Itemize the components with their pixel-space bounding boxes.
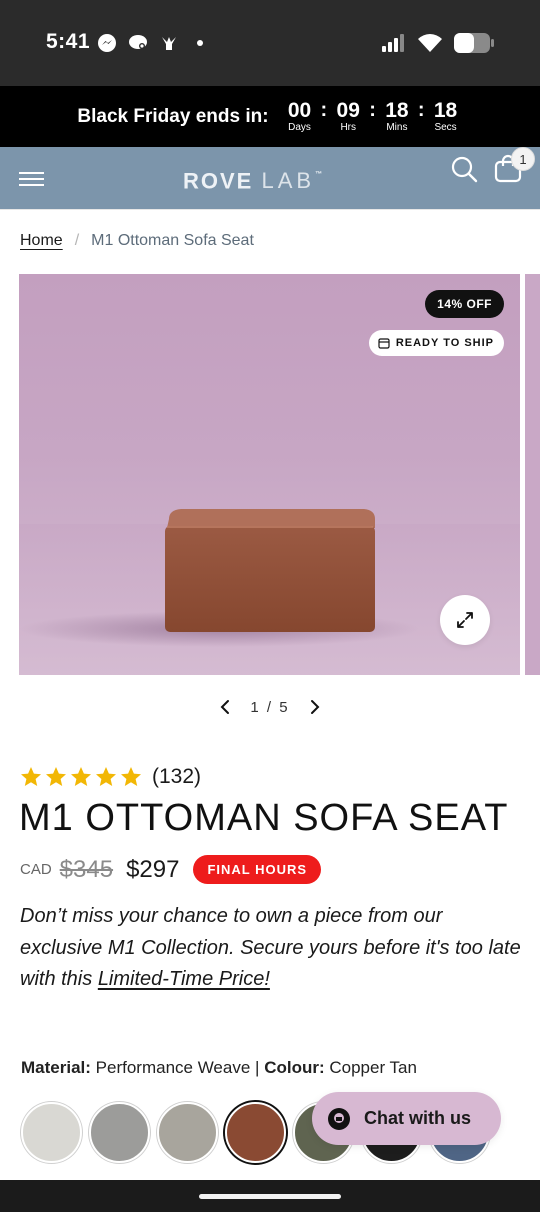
countdown-separator: : [320, 99, 328, 121]
logo-main: ROVE [183, 168, 254, 194]
product-rating[interactable]: (132) [19, 765, 201, 789]
breadcrumb-current: M1 Ottoman Sofa Seat [91, 232, 254, 249]
pager-total: 5 [279, 698, 290, 716]
pager-separator: / [266, 698, 274, 716]
promo-body: Don’t miss your chance to own a piece fr… [20, 905, 521, 990]
logo-light: LAB [261, 168, 316, 194]
review-count: (132) [152, 765, 202, 788]
swatch-grey[interactable] [89, 1102, 150, 1163]
option-divider: | [255, 1058, 260, 1077]
chevron-right-icon [310, 700, 320, 714]
countdown-value: 09 [336, 98, 360, 122]
star-icon [121, 767, 141, 786]
swatch-copper-tan[interactable] [225, 1102, 286, 1163]
wifi-icon [417, 33, 443, 58]
original-price: $345 [59, 855, 114, 883]
pager-current: 1 [250, 698, 261, 716]
countdown-banner: Black Friday ends in: 00 Days : 09 Hrs :… [0, 86, 540, 147]
price-row: CAD $345 $297 FINAL HOURS [20, 855, 322, 884]
colour-value: Copper Tan [329, 1058, 417, 1077]
chevron-left-icon [220, 700, 230, 714]
discount-badge: 14% OFF [425, 290, 504, 318]
next-image-peek[interactable] [525, 274, 540, 675]
calendar-icon [378, 338, 390, 349]
dot-icon [190, 33, 210, 53]
product-title: M1 OTTOMAN SOFA SEAT [19, 797, 509, 839]
material-label: Material: [21, 1058, 91, 1077]
ready-to-ship-badge: READY TO SHIP [368, 330, 504, 356]
breadcrumb: Home / M1 Ottoman Sofa Seat [20, 232, 254, 250]
hamburger-icon [19, 172, 44, 186]
countdown-days: 00 Days [283, 98, 317, 134]
bird-icon [159, 33, 179, 53]
site-logo[interactable]: ROVE LAB™ [183, 159, 324, 201]
countdown-value: 18 [385, 98, 409, 122]
menu-button[interactable] [19, 167, 45, 189]
gallery-pager: 1 / 5 [0, 695, 540, 719]
countdown-caption: Days [288, 121, 311, 133]
status-left-icons [97, 33, 210, 53]
product-image-gallery[interactable]: 14% OFF READY TO SHIP [19, 274, 520, 675]
countdown-value: 00 [287, 98, 312, 122]
chat-with-us-button[interactable]: Chat with us [312, 1092, 501, 1145]
signal-icon [381, 34, 407, 57]
breadcrumb-separator: / [74, 232, 80, 249]
messenger-icon [97, 33, 117, 53]
countdown-caption: Hrs [340, 121, 356, 133]
search-icon [451, 156, 478, 183]
sale-price: $297 [126, 855, 180, 883]
system-navigation-bar [0, 1180, 540, 1212]
chat-icon [328, 1107, 350, 1130]
countdown-hours: 09 Hrs [331, 98, 365, 134]
countdown-label: Black Friday ends in: [77, 105, 269, 127]
countdown-caption: Mins [386, 121, 408, 133]
urgency-badge: FINAL HOURS [193, 855, 322, 884]
star-icon [96, 767, 116, 786]
material-value: Performance Weave [95, 1058, 251, 1077]
previous-image-button[interactable] [210, 695, 240, 719]
swatch-stone[interactable] [157, 1102, 218, 1163]
countdown-caption: Secs [434, 121, 457, 133]
swatch-light-grey[interactable] [21, 1102, 82, 1163]
star-icon [21, 767, 41, 786]
countdown-minutes: 18 Mins [380, 98, 414, 134]
countdown-separator: : [417, 99, 425, 121]
next-image-button[interactable] [300, 695, 330, 719]
colour-label: Colour: [264, 1058, 325, 1077]
chat-bubble-icon [128, 33, 148, 53]
material-colour-line: Material: Performance Weave | Colour: Co… [21, 1058, 417, 1078]
cart-count-badge: 1 [511, 147, 535, 171]
chat-label: Chat with us [364, 1108, 471, 1128]
search-button[interactable] [450, 155, 478, 183]
battery-icon [453, 32, 495, 59]
countdown-value: 18 [433, 98, 458, 122]
pager-text: 1 / 5 [250, 699, 289, 716]
expand-icon [457, 612, 473, 628]
countdown-separator: : [369, 99, 376, 121]
limited-time-price-link[interactable]: Limited-Time Price! [98, 968, 270, 990]
star-icon [46, 767, 66, 786]
rating-stars [19, 765, 143, 789]
breadcrumb-home-link[interactable]: Home [20, 232, 63, 250]
expand-image-button[interactable] [440, 595, 490, 645]
ready-to-ship-label: READY TO SHIP [395, 337, 494, 349]
currency-label: CAD [20, 861, 52, 878]
status-time: 5:41 [46, 30, 91, 53]
countdown-seconds: 18 Secs [429, 98, 463, 134]
status-bar: 5:41 [0, 0, 540, 86]
site-header: ROVE LAB™ 1 [0, 147, 540, 210]
status-right-icons [381, 32, 495, 59]
promo-text: Don’t miss your chance to own a piece fr… [20, 901, 528, 996]
home-indicator[interactable] [199, 1194, 341, 1199]
star-icon [71, 767, 91, 786]
logo-trademark: ™ [315, 171, 325, 178]
